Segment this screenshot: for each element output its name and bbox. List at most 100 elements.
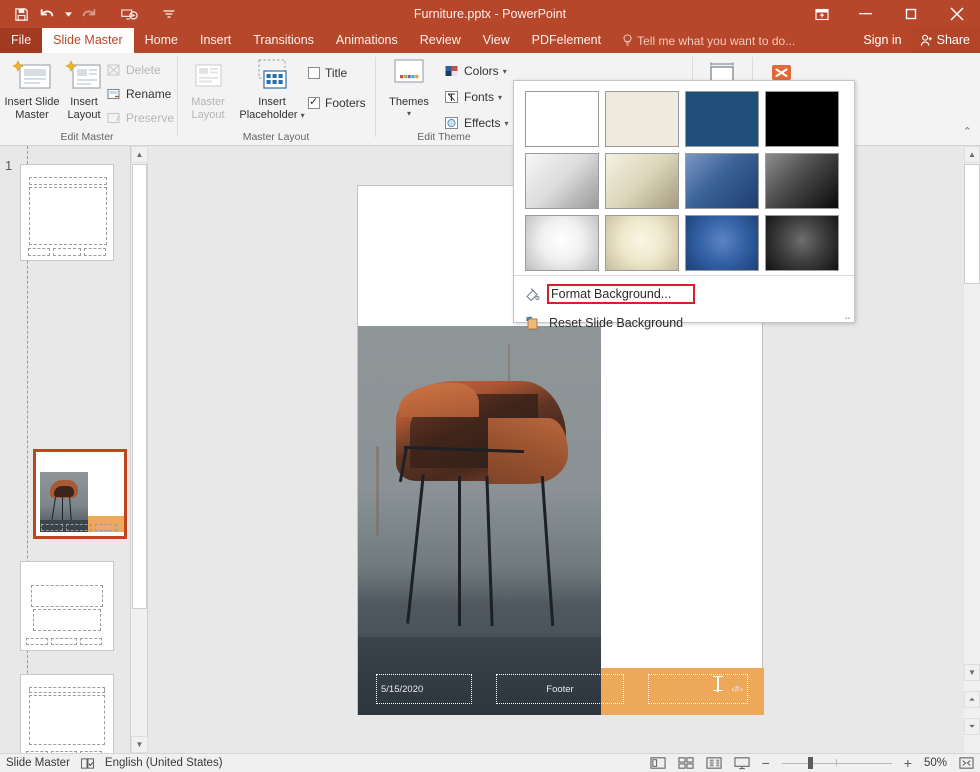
thumb-title-layout[interactable] [33,449,127,539]
sign-in-link[interactable]: Sign in [853,28,911,53]
fit-slide-to-window-icon[interactable] [959,756,974,770]
colors-chevron-down-icon[interactable]: ▾ [503,67,507,76]
ribbon-display-options-icon[interactable] [802,0,842,28]
delete-icon [106,63,122,78]
bg-swatch-4[interactable] [765,91,839,147]
previous-slide-icon[interactable]: ⏶ [964,691,980,708]
thumb-scroll-handle[interactable] [132,164,147,609]
title-checkbox[interactable] [308,67,320,79]
status-language[interactable]: English (United States) [105,757,223,769]
fonts-chevron-down-icon[interactable]: ▾ [498,93,502,102]
effects-chevron-down-icon[interactable]: ▾ [504,119,508,128]
footer-placeholder[interactable]: Footer [496,674,624,704]
bg-swatch-8[interactable] [765,153,839,209]
bg-swatch-6[interactable] [605,153,679,209]
thumbnail-scrollbar[interactable]: ▲ ▼ [131,146,148,753]
normal-view-icon[interactable] [650,756,666,770]
bg-style-cell-7[interactable] [682,150,762,212]
bg-style-cell-3[interactable] [682,88,762,150]
bg-style-cell-4[interactable] [762,88,842,150]
tab-file[interactable]: File [0,28,42,53]
chair-leg-2 [458,476,461,626]
zoom-in-button[interactable]: + [904,755,912,771]
thumb-scroll-down-icon[interactable]: ▼ [131,736,148,753]
canvas-scrollbar[interactable]: ▲ ▼ ⏶ ⏷ [964,146,980,753]
thumb-layout-3[interactable] [20,561,114,651]
chevron-down-icon[interactable]: ▾ [301,111,305,120]
themes-button[interactable]: Themes ▾ [378,56,440,118]
tell-me-box[interactable]: Tell me what you want to do... [622,28,795,53]
title-checkbox-row[interactable]: Title [308,66,347,80]
bg-style-cell-8[interactable] [762,150,842,212]
format-background-menu-item[interactable]: Format Background... [514,282,854,306]
bg-style-cell-10[interactable] [602,212,682,274]
rename-master-button[interactable]: Rename [106,83,171,105]
close-button[interactable] [934,0,980,28]
bg-style-cell-1[interactable] [522,88,602,150]
effects-button[interactable]: Effects ▾ [444,112,508,134]
tab-insert[interactable]: Insert [189,28,242,53]
canvas-scroll-down-icon[interactable]: ▼ [964,664,980,681]
tab-transitions[interactable]: Transitions [242,28,325,53]
slide-sorter-icon[interactable] [678,756,694,770]
bg-swatch-3[interactable] [685,91,759,147]
reading-view-icon[interactable] [706,756,722,770]
footers-checkbox-row[interactable]: Footers [308,96,366,110]
bg-swatch-5[interactable] [525,153,599,209]
thumb-layout-4[interactable] [20,674,114,753]
zoom-level-label[interactable]: 50% [924,757,947,769]
master-layout-label-2: Layout [182,109,234,122]
bg-style-cell-6[interactable] [602,150,682,212]
tab-pdfelement[interactable]: PDFelement [521,28,612,53]
bg-swatch-7[interactable] [685,153,759,209]
insert-layout-button[interactable]: Insert Layout [62,56,106,121]
themes-chevron-down-icon[interactable]: ▾ [378,109,440,118]
insert-placeholder-button[interactable]: Insert Placeholder ▾ [234,56,310,122]
bg-style-cell-9[interactable] [522,212,602,274]
insert-slide-master-button[interactable]: Insert Slide Master [2,56,62,121]
group-label-master-layout: Master Layout [180,131,372,143]
spell-check-icon[interactable] [80,757,95,770]
fonts-button[interactable]: Fonts ▾ [444,86,502,108]
next-slide-icon[interactable]: ⏷ [964,718,980,735]
thumb-slide-master[interactable] [20,164,114,261]
tab-view[interactable]: View [472,28,521,53]
bg-swatch-12[interactable] [765,215,839,271]
reset-slide-background-menu-item[interactable]: Reset Slide Background [514,311,854,335]
bg-swatch-2[interactable] [605,91,679,147]
slide-thumbnail-pane[interactable]: 1 [0,146,131,753]
bg-style-cell-2[interactable] [602,88,682,150]
slide-number-placeholder[interactable]: ‹#› [648,674,748,704]
chair-leg-1 [406,474,425,623]
bg-swatch-1[interactable] [525,91,599,147]
colors-button[interactable]: Colors ▾ [444,60,507,82]
date-placeholder[interactable]: 5/15/2020 [376,674,472,704]
zoom-slider-handle[interactable] [808,757,813,769]
footers-checkbox[interactable] [308,97,320,109]
zoom-slider[interactable] [782,756,892,770]
format-background-label: Format Background... [549,286,693,302]
bg-swatch-11[interactable] [685,215,759,271]
tab-slide-master[interactable]: Slide Master [42,28,133,53]
share-button[interactable]: Share [912,28,980,53]
collapse-ribbon-icon[interactable]: ⌃ [963,125,972,138]
slide-show-icon[interactable] [734,756,750,770]
minimize-button[interactable] [842,0,888,28]
bg-swatch-10[interactable] [605,215,679,271]
tab-home[interactable]: Home [134,28,189,53]
dropdown-resize-grip-icon[interactable]: ⣀ [844,309,851,320]
status-bar: Slide Master English (United States) − [0,753,980,772]
canvas-scroll-up-icon[interactable]: ▲ [964,146,980,163]
bg-style-cell-12[interactable] [762,212,842,274]
bg-style-cell-5[interactable] [522,150,602,212]
maximize-button[interactable] [888,0,934,28]
canvas-scroll-handle[interactable] [964,164,980,284]
thumb-scroll-up-icon[interactable]: ▲ [131,146,148,163]
bg-style-cell-11[interactable] [682,212,762,274]
background-styles-dropdown[interactable]: Format Background... Reset Slide Backgro… [513,80,855,323]
slide-photo-chair[interactable] [358,326,601,715]
tab-review[interactable]: Review [409,28,472,53]
tab-animations[interactable]: Animations [325,28,409,53]
bg-swatch-9[interactable] [525,215,599,271]
zoom-out-button[interactable]: − [762,755,770,771]
